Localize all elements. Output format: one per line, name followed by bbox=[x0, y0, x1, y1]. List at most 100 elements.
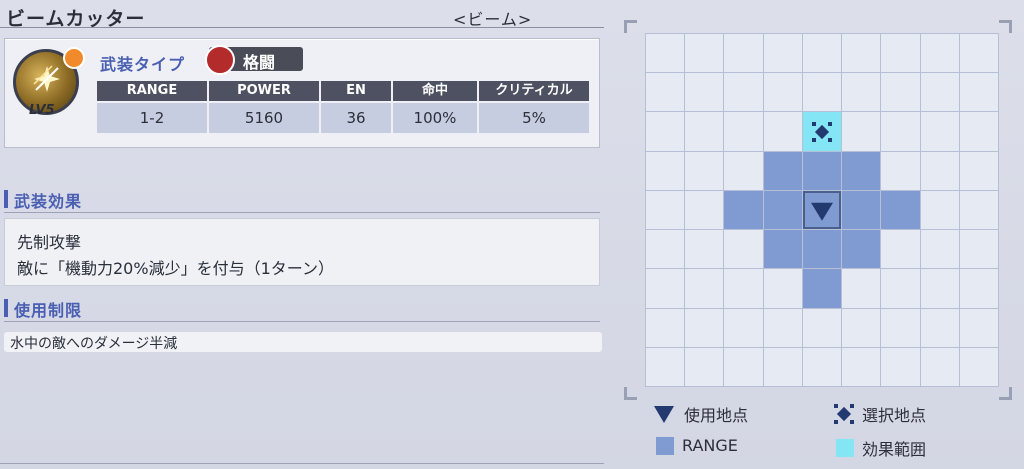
stat-header-en: EN bbox=[321, 81, 393, 101]
grid-tile-range bbox=[802, 151, 842, 190]
grid-tile bbox=[685, 308, 724, 347]
grid-tile bbox=[646, 230, 685, 269]
grid-tile bbox=[685, 73, 724, 112]
grid-tile bbox=[959, 34, 998, 73]
grid-tile bbox=[646, 73, 685, 112]
effects-title: 武装効果 bbox=[14, 192, 83, 211]
grid-tile-range bbox=[724, 190, 763, 230]
range-swatch-icon bbox=[656, 436, 674, 455]
grid-tile bbox=[763, 34, 802, 73]
bottom-divider bbox=[0, 463, 604, 464]
grid-tile bbox=[881, 269, 920, 308]
select-point-marker-icon bbox=[811, 121, 832, 142]
grid-tile bbox=[881, 112, 920, 151]
restriction-box: 水中の敵へのダメージ半減 bbox=[4, 332, 602, 352]
grid-tile bbox=[920, 190, 959, 230]
grid-tile bbox=[646, 308, 685, 347]
grid-tile bbox=[685, 34, 724, 73]
grid-tile bbox=[959, 347, 998, 386]
grid-tile bbox=[763, 347, 802, 386]
weapon-level: LV5 bbox=[29, 103, 55, 118]
grid-tile bbox=[959, 190, 998, 230]
grid-tile-select-point bbox=[802, 112, 842, 151]
grid-tile bbox=[646, 112, 685, 151]
grid-tile bbox=[724, 269, 763, 308]
grid-tile bbox=[920, 230, 959, 269]
grid-tile bbox=[685, 269, 724, 308]
restriction-section-header: 使用制限 bbox=[4, 297, 600, 322]
grid-tile bbox=[842, 112, 881, 151]
grid-tile bbox=[959, 73, 998, 112]
grid-tile bbox=[685, 190, 724, 230]
restriction-title: 使用制限 bbox=[14, 301, 83, 320]
grid-tile bbox=[763, 73, 802, 112]
stat-value-en: 36 bbox=[321, 103, 393, 133]
grid-tile bbox=[802, 73, 842, 112]
legend-range-label: RANGE bbox=[682, 436, 738, 455]
grid-tile bbox=[724, 112, 763, 151]
grid-tile bbox=[646, 151, 685, 190]
grid-tile bbox=[646, 347, 685, 386]
grid-tile bbox=[842, 73, 881, 112]
grid-tile bbox=[802, 347, 842, 386]
effect-line-1: 先制攻撃 bbox=[17, 233, 82, 252]
grid-tile bbox=[959, 308, 998, 347]
grid-tile bbox=[724, 308, 763, 347]
stat-value-power: 5160 bbox=[209, 103, 321, 133]
grid-tile bbox=[842, 269, 881, 308]
grid-tile bbox=[842, 34, 881, 73]
weapon-type-value: 格闘 bbox=[243, 53, 276, 72]
title-divider bbox=[0, 27, 604, 28]
stat-header-power: POWER bbox=[209, 81, 321, 101]
grid-tile bbox=[959, 269, 998, 308]
weapon-icon: LV5 bbox=[13, 47, 85, 125]
diamond-marker-icon bbox=[834, 404, 854, 424]
grid-tile bbox=[646, 34, 685, 73]
range-grid bbox=[645, 33, 999, 387]
grid-tile-range bbox=[842, 151, 881, 190]
grid-tile bbox=[685, 347, 724, 386]
effects-section-header: 武装効果 bbox=[4, 188, 600, 213]
grid-tile bbox=[763, 269, 802, 308]
stats-header-row: RANGE POWER EN 命中 クリティカル bbox=[97, 81, 589, 101]
grid-tile bbox=[881, 347, 920, 386]
grid-tile bbox=[920, 73, 959, 112]
grid-tile bbox=[724, 230, 763, 269]
stats-value-row: 1-2 5160 36 100% 5% bbox=[97, 103, 589, 133]
effect-swatch-icon bbox=[836, 439, 854, 457]
range-map bbox=[624, 20, 1012, 400]
grid-tile bbox=[920, 34, 959, 73]
grid-tile bbox=[724, 73, 763, 112]
stat-value-critical: 5% bbox=[522, 109, 546, 127]
grid-tile bbox=[959, 230, 998, 269]
grid-tile-range bbox=[763, 151, 802, 190]
grid-tile bbox=[842, 347, 881, 386]
weapon-info-card: LV5 武装タイプ 格闘 RANGE POWER EN 命中 クリティカル 1-… bbox=[4, 38, 600, 148]
grid-tile bbox=[920, 347, 959, 386]
grid-tile-range bbox=[802, 269, 842, 308]
legend-use-point: 使用地点 bbox=[654, 402, 748, 426]
weapon-type-label: 武装タイプ bbox=[100, 55, 186, 74]
grid-tile-range bbox=[763, 190, 802, 230]
legend-effect-area-label: 効果範囲 bbox=[862, 440, 927, 459]
title-bar: ビームカッター <ビーム> bbox=[0, 0, 604, 30]
stat-value-range: 1-2 bbox=[97, 103, 209, 133]
grid-tile bbox=[724, 347, 763, 386]
burst-icon bbox=[33, 65, 60, 92]
use-point-marker-icon bbox=[810, 202, 833, 221]
grid-tile bbox=[959, 151, 998, 190]
stat-header-range: RANGE bbox=[97, 81, 209, 101]
grid-tile bbox=[685, 112, 724, 151]
grid-tile-range bbox=[842, 190, 881, 230]
grid-tile bbox=[881, 230, 920, 269]
legend-select-point: 選択地点 bbox=[834, 402, 926, 426]
grid-tile bbox=[920, 112, 959, 151]
grid-tile bbox=[920, 269, 959, 308]
fire-icon bbox=[63, 47, 85, 69]
grid-tile bbox=[881, 34, 920, 73]
grid-tile bbox=[646, 269, 685, 308]
stats-table: RANGE POWER EN 命中 クリティカル 1-2 5160 36 100… bbox=[97, 81, 589, 135]
legend-select-point-label: 選択地点 bbox=[862, 406, 927, 425]
melee-icon bbox=[205, 45, 235, 75]
grid-tile-use-point bbox=[802, 190, 842, 230]
